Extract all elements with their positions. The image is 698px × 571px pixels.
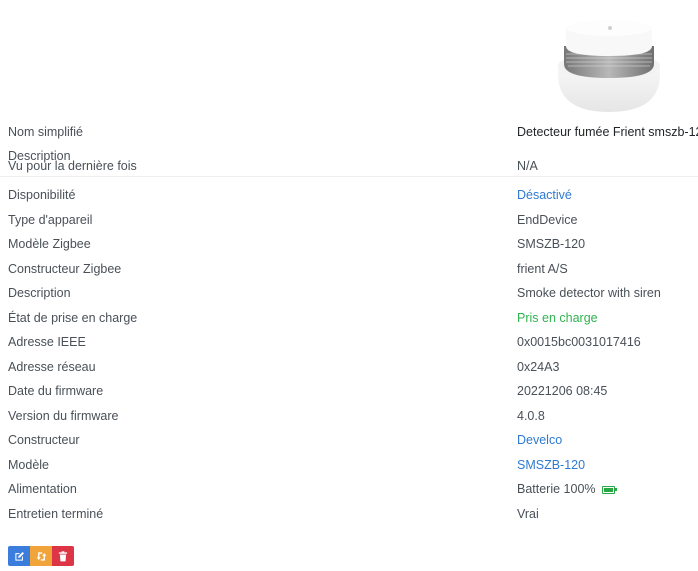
row-manufacturer: Constructeur Develco — [0, 428, 698, 453]
manufacturer-link[interactable]: Develco — [517, 433, 562, 447]
row-firmware-date: Date du firmware 20221206 08:45 — [0, 379, 698, 404]
row-availability: Disponibilité Désactivé — [0, 183, 698, 208]
firmware-date-label: Date du firmware — [8, 384, 104, 399]
support-status-link[interactable]: Pris en charge — [517, 311, 598, 325]
zigbee-model-value: SMSZB-120 — [517, 237, 586, 252]
ieee-address-label: Adresse IEEE — [8, 335, 86, 350]
row-device-type: Type d'appareil EndDevice — [0, 208, 698, 233]
description-value: Smoke detector with siren — [517, 286, 661, 301]
power-value: Batterie 100% — [517, 482, 617, 497]
row-network-address: Adresse réseau 0x24A3 — [0, 355, 698, 380]
zigbee-manufacturer-value: frient A/S — [517, 261, 568, 276]
delete-button[interactable] — [52, 546, 74, 566]
network-address-label: Adresse réseau — [8, 359, 96, 374]
row-description: Description Smoke detector with siren — [0, 281, 698, 306]
row-power: Alimentation Batterie 100% — [0, 477, 698, 502]
row-friendly-name: Nom simplifié Detecteur fumée Frient sms… — [0, 120, 698, 144]
battery-full-icon — [601, 485, 617, 494]
zigbee-model-label: Modèle Zigbee — [8, 237, 91, 252]
last-seen-label: Vu pour la dernière fois — [8, 159, 137, 173]
device-actions-toolbar — [8, 546, 74, 566]
row-ieee-address: Adresse IEEE 0x0015bc0031017416 — [0, 330, 698, 355]
interview-completed-value: Vrai — [517, 506, 539, 521]
firmware-date-value: 20221206 08:45 — [517, 384, 608, 399]
reconfigure-button[interactable] — [30, 546, 52, 566]
row-zigbee-manufacturer: Constructeur Zigbee frient A/S — [0, 257, 698, 282]
row-model: Modèle SMSZB-120 — [0, 453, 698, 478]
row-last-seen: Vu pour la dernière fois N/A — [0, 159, 698, 177]
power-text: Batterie 100% — [517, 482, 596, 497]
friendly-name-value: Detecteur fumée Frient smszb-120 — [517, 125, 698, 139]
firmware-version-label: Version du firmware — [8, 408, 119, 423]
model-link[interactable]: SMSZB-120 — [517, 458, 585, 472]
availability-label: Disponibilité — [8, 188, 76, 203]
smoke-detector-image — [554, 16, 664, 116]
description-label: Description — [8, 286, 71, 301]
edit-button[interactable] — [8, 546, 30, 566]
ieee-address-value: 0x0015bc0031017416 — [517, 335, 641, 350]
reconfigure-icon — [36, 551, 46, 561]
device-type-value: EndDevice — [517, 212, 578, 227]
last-seen-value: N/A — [517, 159, 538, 173]
model-label: Modèle — [8, 457, 49, 472]
friendly-name-label: Nom simplifié — [8, 125, 84, 139]
power-label: Alimentation — [8, 482, 77, 497]
device-type-label: Type d'appareil — [8, 212, 93, 227]
row-firmware-version: Version du firmware 4.0.8 — [0, 404, 698, 429]
interview-completed-label: Entretien terminé — [8, 506, 104, 521]
network-address-value: 0x24A3 — [517, 359, 560, 374]
edit-icon — [14, 551, 24, 561]
availability-link[interactable]: Désactivé — [517, 188, 572, 202]
support-status-label: État de prise en charge — [8, 310, 138, 325]
row-zigbee-model: Modèle Zigbee SMSZB-120 — [0, 232, 698, 257]
manufacturer-label: Constructeur — [8, 433, 80, 448]
row-interview-completed: Entretien terminé Vrai — [0, 502, 698, 527]
zigbee-manufacturer-label: Constructeur Zigbee — [8, 261, 122, 276]
device-details: Nom simplifié Detecteur fumée Frient sms… — [0, 120, 698, 526]
firmware-version-value: 4.0.8 — [517, 408, 545, 423]
row-support-status: État de prise en charge Pris en charge — [0, 306, 698, 331]
trash-icon — [58, 550, 68, 561]
